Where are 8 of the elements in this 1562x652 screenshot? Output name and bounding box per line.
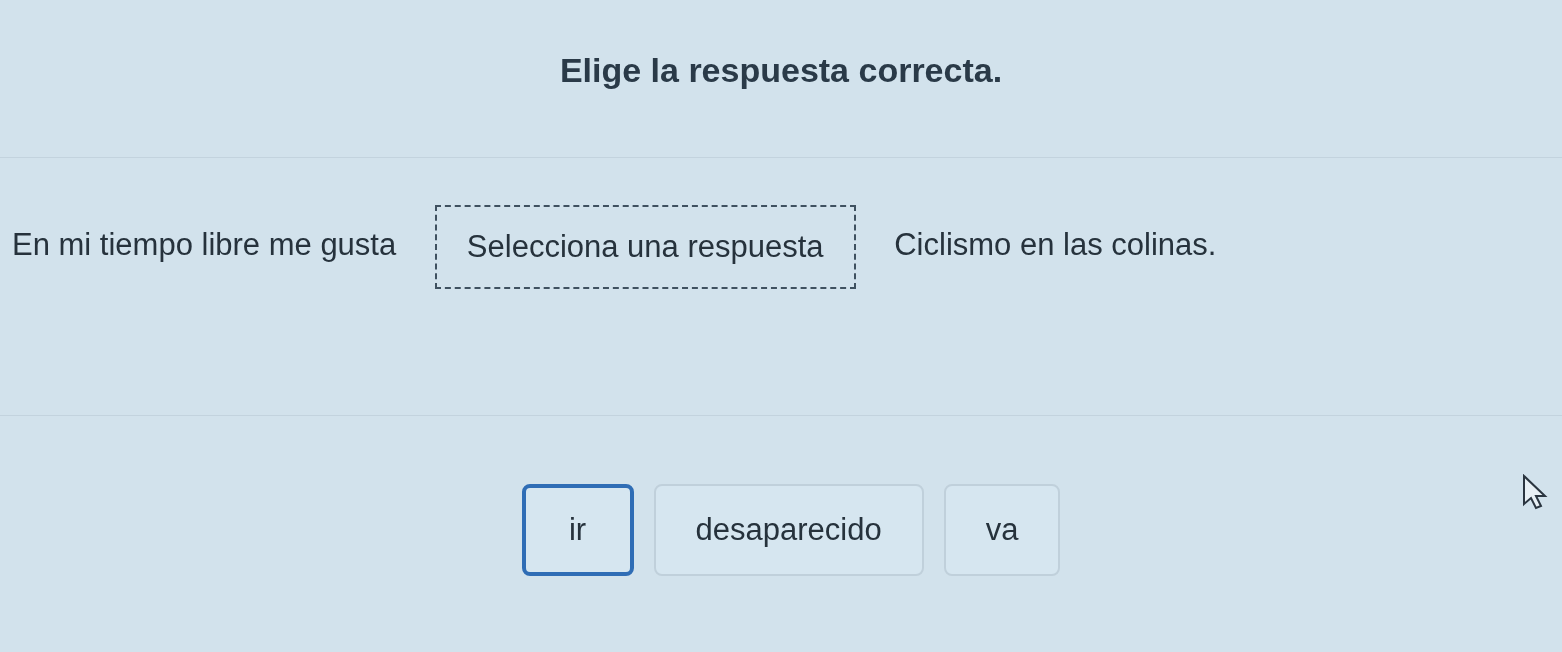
sentence-text: Ciclismo en las colinas. bbox=[894, 227, 1217, 262]
mouse-cursor-icon bbox=[1522, 474, 1548, 510]
answer-dropdown[interactable]: Selecciona una respuesta bbox=[434, 204, 856, 289]
answer-option[interactable]: ir bbox=[521, 484, 634, 576]
sentence-text: En mi tiempo libre me gusta bbox=[12, 227, 397, 262]
answer-option[interactable]: desaparecido bbox=[653, 484, 924, 576]
instruction-title: Elige la respuesta correcta. bbox=[559, 50, 1003, 91]
answer-option[interactable]: va bbox=[943, 484, 1061, 576]
